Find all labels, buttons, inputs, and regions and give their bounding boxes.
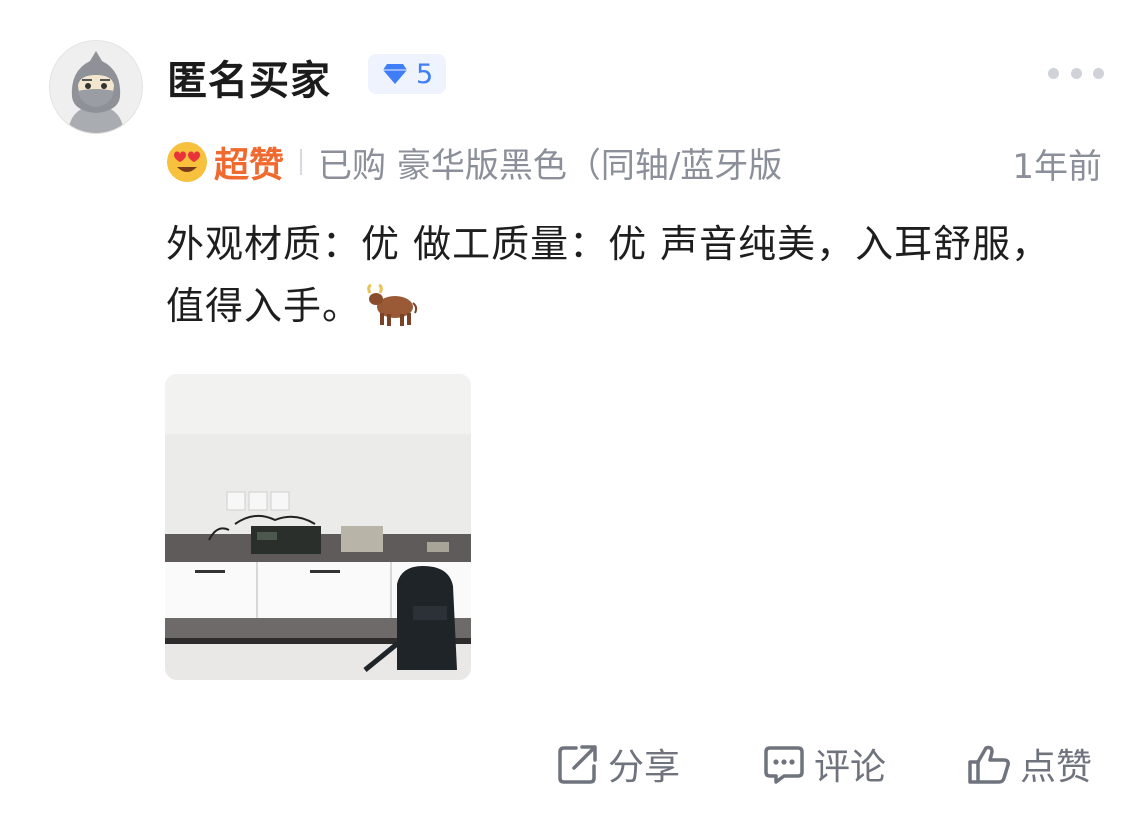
like-button[interactable]: 点赞 bbox=[966, 738, 1092, 790]
share-button[interactable]: 分享 bbox=[556, 738, 680, 790]
rating-label: 超赞 bbox=[214, 145, 285, 186]
review-text: 外观材质：优 做工质量：优 声音纯美，入耳舒服，值得入手。 bbox=[166, 213, 1086, 337]
share-label: 分享 bbox=[608, 747, 681, 788]
review-body: 外观材质：优 做工质量：优 声音纯美，入耳舒服，值得入手。 bbox=[166, 222, 1051, 328]
anonymous-avatar-icon bbox=[50, 41, 142, 133]
review-time: 1年前 bbox=[1012, 147, 1102, 187]
comment-button[interactable]: 评论 bbox=[762, 738, 886, 790]
more-options-icon[interactable] bbox=[1048, 66, 1104, 80]
avatar[interactable] bbox=[49, 40, 143, 134]
thumbs-up-icon bbox=[968, 745, 1010, 784]
share-icon bbox=[558, 745, 597, 784]
diamond-icon bbox=[383, 64, 407, 84]
divider bbox=[300, 149, 303, 175]
more-dot bbox=[1093, 67, 1104, 79]
user-level-number: 5 bbox=[416, 58, 434, 90]
like-label: 点赞 bbox=[1020, 747, 1093, 788]
comment-label: 评论 bbox=[814, 747, 887, 788]
username: 匿名买家 bbox=[167, 58, 331, 104]
review-photo[interactable] bbox=[165, 374, 471, 680]
heart-eyes-emoji-icon bbox=[167, 142, 207, 182]
comment-icon bbox=[764, 746, 804, 784]
action-bar: 分享 评论 点赞 bbox=[556, 738, 1102, 790]
more-dot bbox=[1048, 67, 1059, 79]
ox-emoji-icon bbox=[367, 283, 418, 326]
review-meta-row: 超赞 已购 豪华版黑色（同轴/蓝牙版 1年前 bbox=[166, 139, 1106, 187]
purchased-variant: 已购 豪华版黑色（同轴/蓝牙版 bbox=[318, 145, 783, 186]
photo-thumbnail-image bbox=[165, 374, 471, 680]
more-dot bbox=[1070, 67, 1082, 79]
user-level-badge: 5 bbox=[368, 54, 446, 94]
